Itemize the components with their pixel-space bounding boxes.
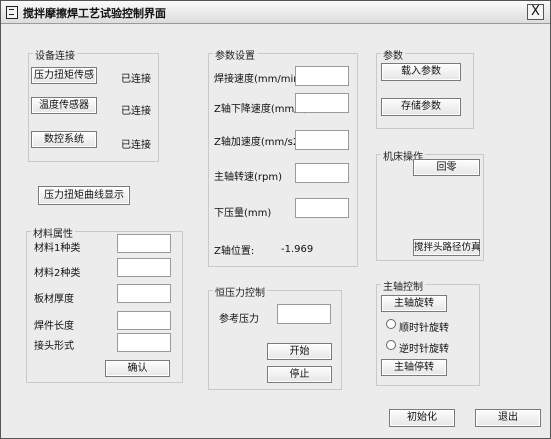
close-button[interactable]: X xyxy=(527,4,544,20)
z-acceleration-input[interactable] xyxy=(295,130,349,150)
device-connection-label: 设备连接 xyxy=(33,47,77,62)
initialize-button[interactable]: 初始化 xyxy=(389,409,455,427)
load-params-button[interactable]: 载入参数 xyxy=(381,63,461,81)
clockwise-label: 顺时针旋转 xyxy=(399,323,449,334)
z-position-label: Z轴位置: xyxy=(214,246,255,257)
title-bar: 搅拌摩擦焊工艺试验控制界面 X xyxy=(1,1,550,24)
z-acceleration-label: Z轴加速度(mm/s2) xyxy=(214,137,304,148)
reference-pressure-input[interactable] xyxy=(277,304,331,324)
spindle-control-label: 主轴控制 xyxy=(381,278,425,293)
press-depth-label: 下压量(mm) xyxy=(214,208,272,219)
temperature-sensor-status: 已连接 xyxy=(121,106,151,117)
pressure-torque-sensor-button[interactable]: 压力扭矩传感 xyxy=(31,67,97,84)
clockwise-radio[interactable] xyxy=(386,319,396,329)
spindle-speed-input[interactable] xyxy=(295,163,349,183)
param-settings-label: 参数设置 xyxy=(213,47,257,62)
workpiece-length-label: 焊件长度 xyxy=(34,321,74,332)
pressure-stop-button[interactable]: 停止 xyxy=(267,366,332,383)
param-io-label: 参数 xyxy=(381,47,405,62)
material-group-label: 材料属性 xyxy=(31,225,75,240)
cnc-system-button[interactable]: 数控系统 xyxy=(31,131,97,148)
material1-input[interactable] xyxy=(117,234,171,253)
confirm-button[interactable]: 确认 xyxy=(105,360,170,377)
joint-type-label: 接头形式 xyxy=(34,341,74,352)
path-simulation-button[interactable]: 搅拌头路径仿真 xyxy=(413,239,481,256)
weld-speed-input[interactable] xyxy=(295,66,349,86)
material2-label: 材料2种类 xyxy=(34,268,81,279)
spindle-stop-button[interactable]: 主轴停转 xyxy=(381,359,447,376)
pressure-torque-curve-button[interactable]: 压力扭矩曲线显示 xyxy=(38,186,130,205)
plate-thickness-input[interactable] xyxy=(117,284,171,303)
material2-input[interactable] xyxy=(117,258,171,277)
z-position-value: -1.969 xyxy=(281,244,314,255)
plate-thickness-label: 板材厚度 xyxy=(34,294,74,305)
window-title: 搅拌摩擦焊工艺试验控制界面 xyxy=(23,7,166,20)
press-depth-input[interactable] xyxy=(295,198,349,218)
pressure-start-button[interactable]: 开始 xyxy=(267,343,332,360)
pressure-torque-status: 已连接 xyxy=(121,74,151,85)
home-button[interactable]: 回零 xyxy=(413,159,480,176)
temperature-sensor-button[interactable]: 温度传感器 xyxy=(31,97,97,114)
material1-label: 材料1种类 xyxy=(34,243,81,254)
workpiece-length-input[interactable] xyxy=(117,311,171,330)
spindle-speed-label: 主轴转速(rpm) xyxy=(214,172,283,183)
main-window: 搅拌摩擦焊工艺试验控制界面 X 设备连接 压力扭矩传感 已连接 温度传感器 已连… xyxy=(0,0,551,439)
exit-button[interactable]: 退出 xyxy=(475,409,541,427)
save-params-button[interactable]: 存储参数 xyxy=(381,98,461,116)
pressure-control-label: 恒压力控制 xyxy=(213,284,267,299)
app-icon xyxy=(6,6,18,19)
z-descent-speed-label: Z轴下降速度(mm/s) xyxy=(214,104,307,115)
reference-pressure-label: 参考压力 xyxy=(219,314,259,325)
cnc-system-status: 已连接 xyxy=(121,140,151,151)
counterclockwise-label: 逆时针旋转 xyxy=(399,344,449,355)
weld-speed-label: 焊接速度(mm/min) xyxy=(214,74,304,85)
joint-type-input[interactable] xyxy=(117,333,171,352)
z-descent-speed-input[interactable] xyxy=(295,93,349,113)
spindle-rotate-button[interactable]: 主轴旋转 xyxy=(381,295,447,312)
counterclockwise-radio[interactable] xyxy=(386,340,396,350)
